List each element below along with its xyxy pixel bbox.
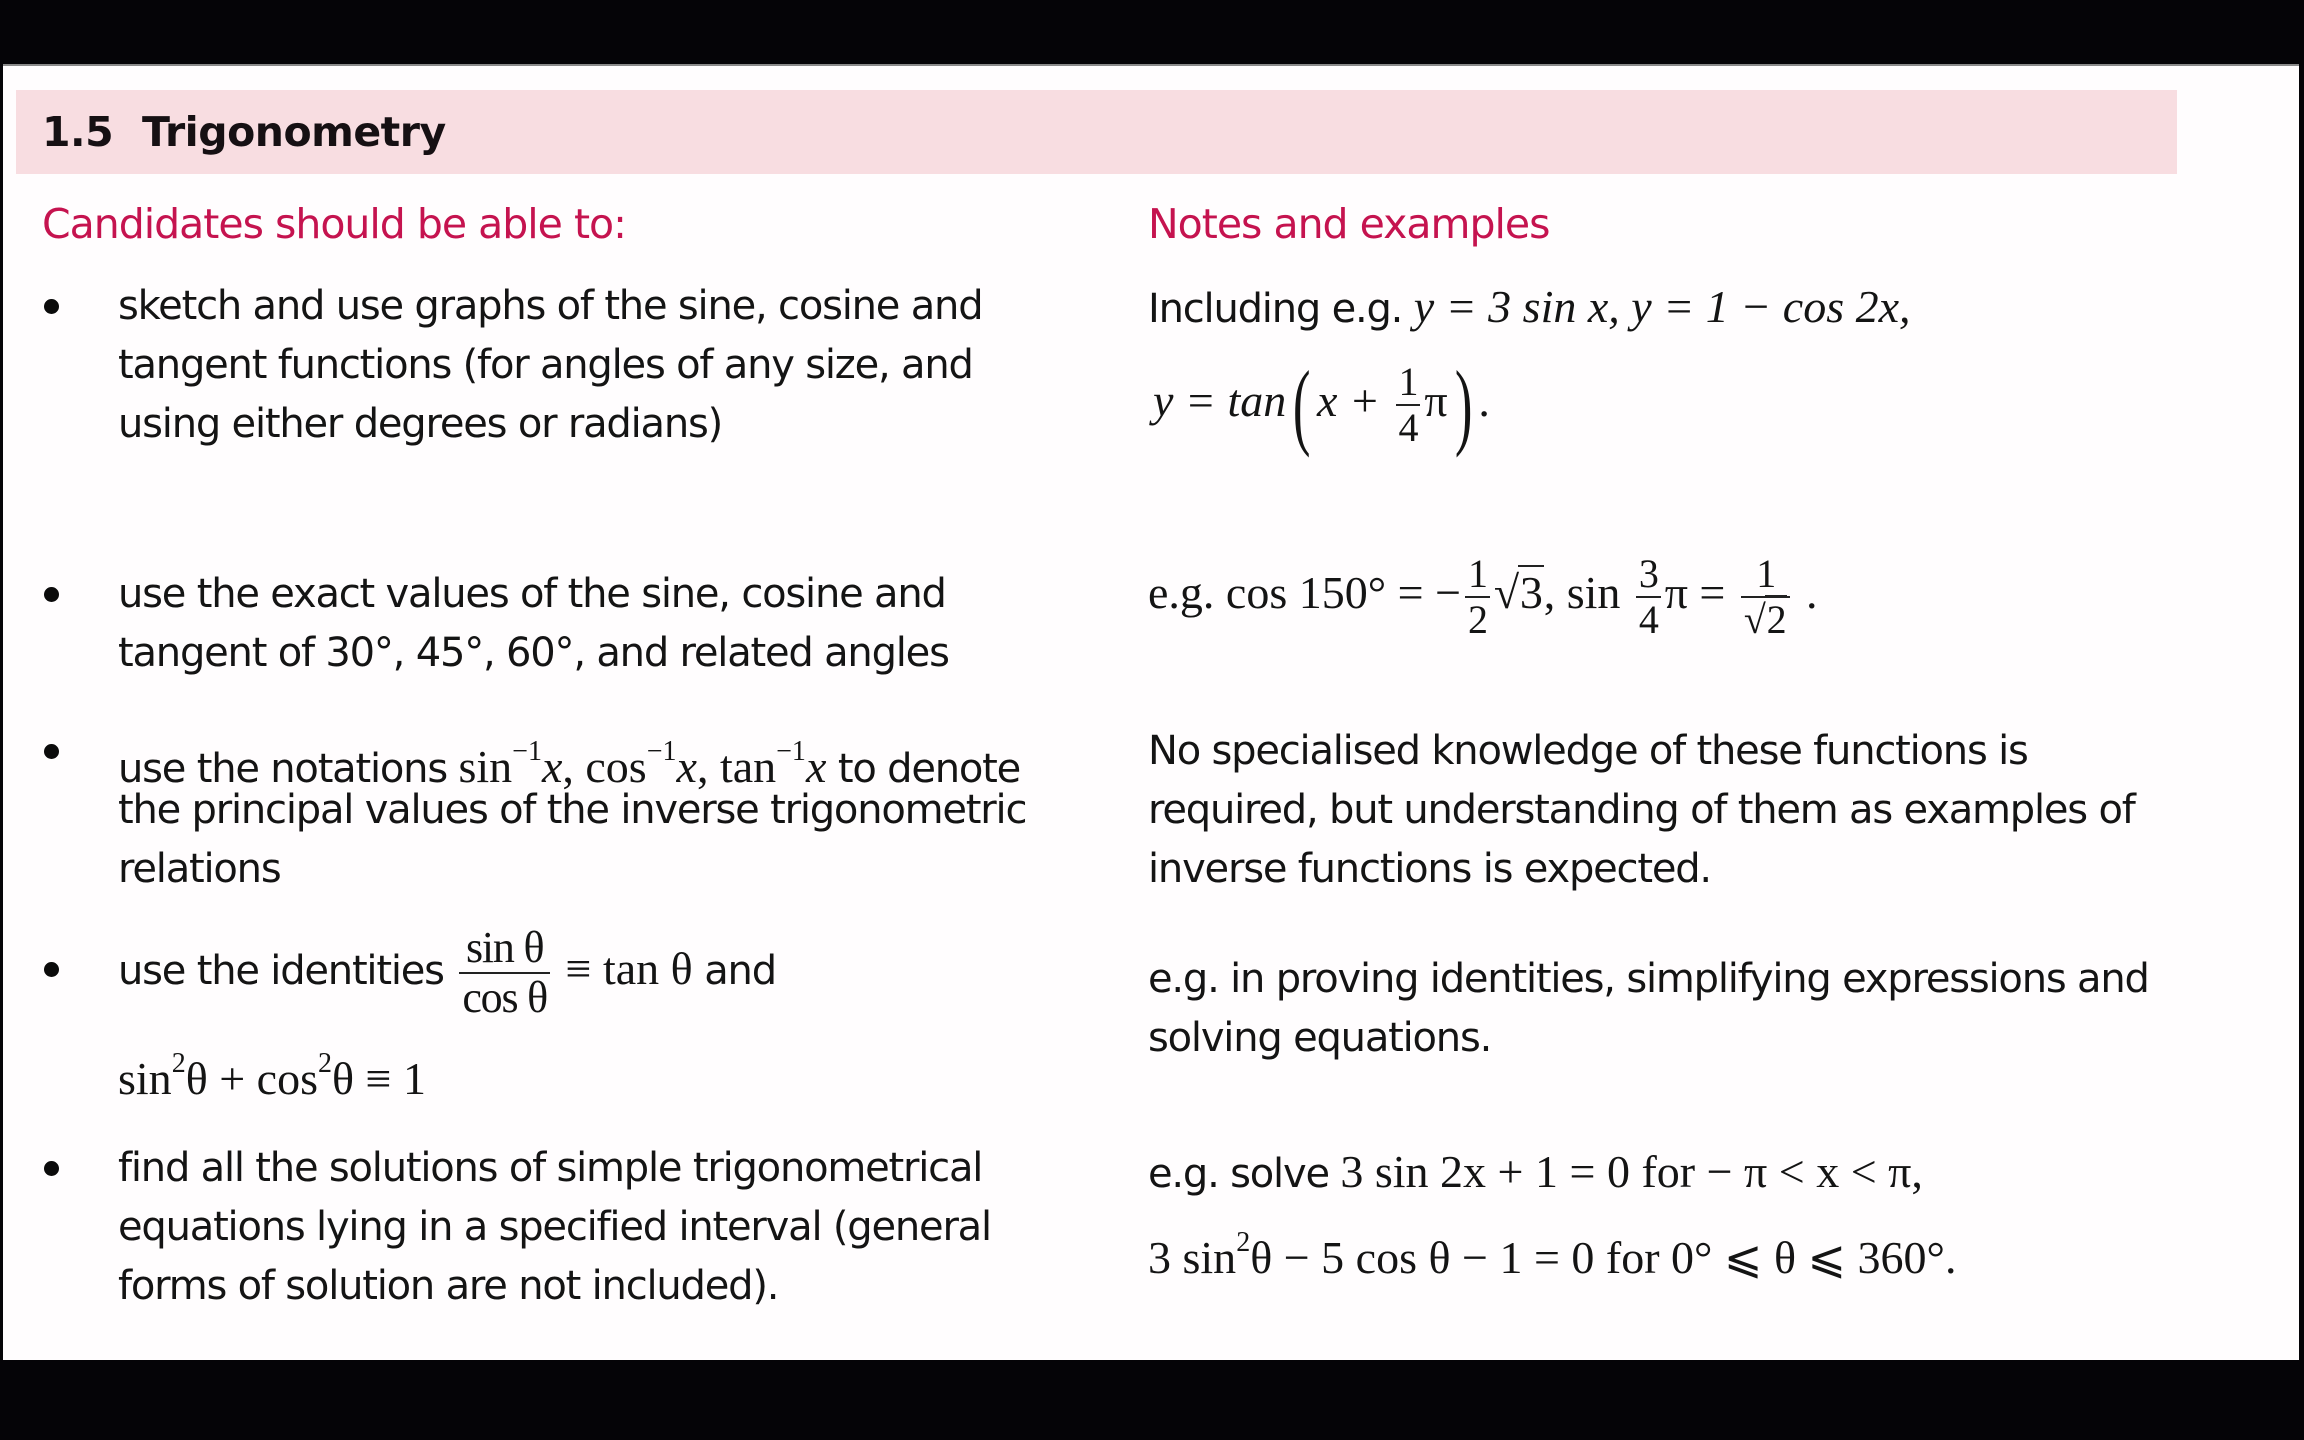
note-5-line-2: 3 sin2θ − 5 cos θ − 1 = 0 for 0° ⩽ θ ⩽ 3… xyxy=(1148,1213,1956,1290)
numerator: 1 xyxy=(1395,362,1421,406)
numerator: 1 xyxy=(1465,554,1490,598)
bullet-icon xyxy=(44,962,59,977)
right-column-heading: Notes and examples xyxy=(1148,200,1550,248)
math: x + xyxy=(1317,375,1392,426)
fraction: sin θ cos θ xyxy=(459,926,551,1022)
math: , sin xyxy=(1543,567,1632,618)
math: y = 3 sin x, y = 1 − cos 2x, xyxy=(1413,281,1911,332)
section-header: 1.5 Trigonometry xyxy=(16,90,2177,174)
square-root: √2 xyxy=(1743,595,1788,642)
bullet-icon xyxy=(44,1161,59,1176)
superscript: 2 xyxy=(317,1048,332,1079)
superscript: 2 xyxy=(1236,1227,1251,1258)
fraction: 1 √2 xyxy=(1740,554,1791,642)
note-4-line-1: e.g. in proving identities, simplifying … xyxy=(1148,956,2150,1002)
note-1-line-2: y = tan(x + 1 4 π). xyxy=(1153,356,1490,453)
math: e.g. xyxy=(1148,567,1226,618)
superscript: −1 xyxy=(512,736,542,767)
denominator: cos θ xyxy=(462,973,548,1022)
note-3-line-2: required, but understanding of them as e… xyxy=(1148,787,2136,833)
math: π xyxy=(1424,375,1448,426)
math: cos 150° = − xyxy=(1225,567,1462,618)
math: ≡ tan θ xyxy=(554,943,693,994)
note-4-line-2: solving equations. xyxy=(1148,1015,1492,1061)
objective-2-line-1: use the exact values of the sine, cosine… xyxy=(118,571,947,617)
bullet-icon xyxy=(44,744,59,759)
objective-5-line-2: equations lying in a specified interval … xyxy=(118,1204,992,1250)
fraction: 14 xyxy=(1395,362,1421,450)
numerator: sin θ xyxy=(459,926,551,974)
math: 3 sin xyxy=(1148,1232,1237,1283)
numerator: 1 xyxy=(1740,554,1791,598)
document-page: 1.5 Trigonometry Candidates should be ab… xyxy=(3,64,2299,1360)
bullet-icon xyxy=(44,587,59,602)
denominator: 4 xyxy=(1638,597,1659,642)
objective-5-line-3: forms of solution are not included). xyxy=(118,1263,779,1309)
numerator: 3 xyxy=(1635,554,1661,598)
objective-4-line-2: sin2θ + cos2θ ≡ 1 xyxy=(118,1034,426,1111)
objective-2-line-2: tangent of 30°, 45°, 60°, and related an… xyxy=(118,630,950,676)
superscript: −1 xyxy=(776,736,806,767)
objective-4-line-1: use the identities sin θ cos θ ≡ tan θ an… xyxy=(118,924,777,1022)
section-title: Trigonometry xyxy=(142,108,446,156)
note-3-line-3: inverse functions is expected. xyxy=(1148,846,1712,892)
radicand: 3 xyxy=(1517,565,1544,618)
square-root: √3 xyxy=(1493,565,1544,618)
objective-5-line-1: find all the solutions of simple trigono… xyxy=(118,1145,983,1191)
denominator: 2 xyxy=(1468,597,1488,642)
superscript: −1 xyxy=(646,736,677,767)
note-2-line-1: e.g. cos 150° = −1 2 √3, sin 34π = 1 √2 . xyxy=(1148,548,1818,642)
math: sin xyxy=(118,1053,172,1104)
radicand: 2 xyxy=(1764,595,1788,642)
section-number: 1.5 xyxy=(42,108,114,156)
objective-1-line-1: sketch and use graphs of the sine, cosin… xyxy=(118,283,984,329)
left-column-heading: Candidates should be able to: xyxy=(42,200,627,248)
math: θ ≡ 1 xyxy=(331,1053,426,1104)
math: π = xyxy=(1664,567,1737,618)
text: use the identities xyxy=(118,948,456,994)
text: Including e.g. xyxy=(1148,286,1414,332)
objective-1-line-2: tangent functions (for angles of any siz… xyxy=(118,342,974,388)
fraction: 12 xyxy=(1465,554,1490,640)
note-3-line-1: No specialised knowledge of these functi… xyxy=(1148,728,2029,774)
objective-3-line-3: relations xyxy=(118,846,282,892)
paren-open: ( xyxy=(1293,351,1311,458)
math: 3 sin 2x + 1 = 0 for − π < x < π, xyxy=(1340,1146,1923,1197)
text: and xyxy=(692,948,777,994)
math: y = tan xyxy=(1153,375,1287,426)
note-1-line-1: Including e.g. y = 3 sin x, y = 1 − cos … xyxy=(1148,277,1911,339)
note-5-line-1: e.g. solve 3 sin 2x + 1 = 0 for − π < x … xyxy=(1148,1142,1923,1204)
denominator: 4 xyxy=(1398,405,1419,450)
math: . xyxy=(1794,567,1818,618)
fraction: 34 xyxy=(1635,554,1661,642)
objective-3-line-2: the principal values of the inverse trig… xyxy=(118,787,1027,833)
bullet-icon xyxy=(44,299,59,314)
objective-1-line-3: using either degrees or radians) xyxy=(118,401,723,447)
math: θ + cos xyxy=(185,1053,318,1104)
math: θ − 5 cos θ − 1 = 0 for 0° ⩽ θ ⩽ 360°. xyxy=(1250,1232,1957,1283)
superscript: 2 xyxy=(171,1048,186,1079)
paren-close: ) xyxy=(1454,351,1472,458)
text: e.g. solve xyxy=(1148,1151,1341,1197)
math: . xyxy=(1478,375,1490,426)
